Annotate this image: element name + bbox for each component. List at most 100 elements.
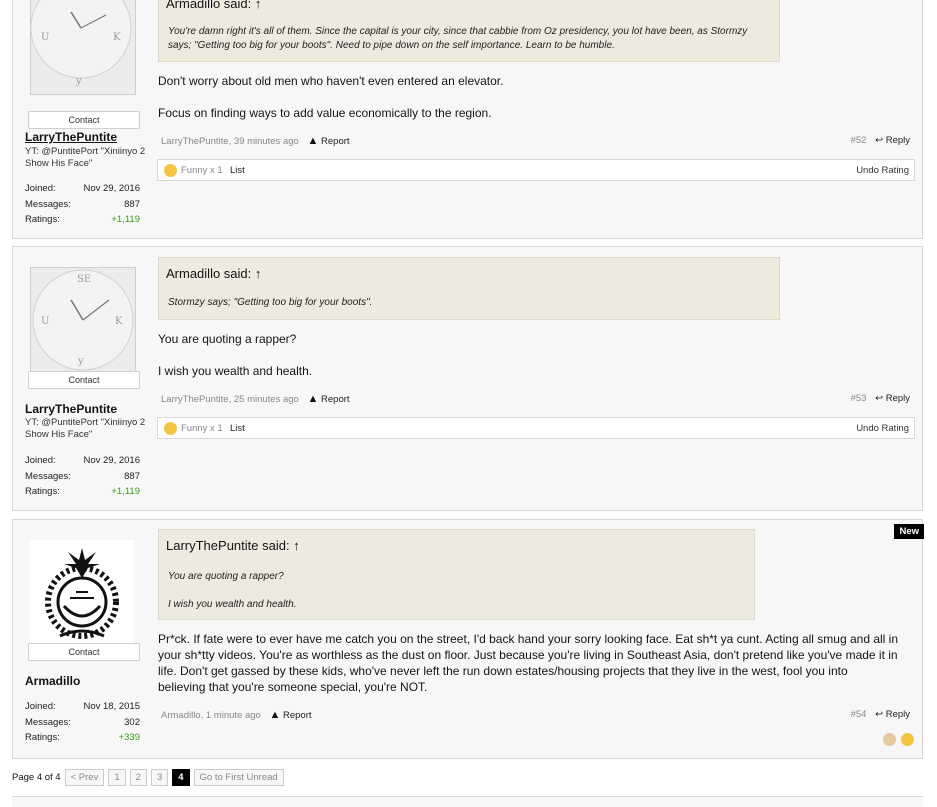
svg-text:K: K xyxy=(115,316,123,327)
user-stats: Joined: Nov 29, 2016 Messages: 887 Ratings… xyxy=(25,455,140,502)
post-meta: Armadillo, 1 minute ago ▲ Report xyxy=(161,709,312,721)
stat-label: Joined: xyxy=(25,183,56,194)
user-stats: Joined: Nov 29, 2016 Messages: 887 Ratings… xyxy=(25,183,140,230)
new-badge: New xyxy=(894,524,924,539)
ratings-bar: Funny x 1 List Undo Rating xyxy=(157,159,915,181)
page-3-button[interactable]: 3 xyxy=(150,769,169,786)
message-line: Focus on finding ways to add value econo… xyxy=(158,106,492,120)
ratings-list-link[interactable]: List xyxy=(230,165,245,176)
funny-emoji-icon[interactable] xyxy=(901,733,914,746)
stat-label: Ratings: xyxy=(25,486,60,497)
stat-label: Messages: xyxy=(25,198,71,210)
report-label: Report xyxy=(282,710,312,721)
stat-label: Joined: xyxy=(25,701,56,712)
svg-text:U: U xyxy=(41,32,49,43)
user-avatar[interactable] xyxy=(30,540,134,644)
reply-label: Reply xyxy=(885,393,910,404)
funny-count[interactable]: Funny x 1 xyxy=(181,423,223,434)
contact-button[interactable]: Contact xyxy=(28,111,140,129)
post-number[interactable]: #52 xyxy=(851,135,867,146)
post-actions: #54 ↩ Reply xyxy=(851,709,910,720)
stat-label: Messages: xyxy=(25,470,71,482)
reply-link[interactable]: ↩ Reply xyxy=(875,135,910,146)
next-section-edge xyxy=(12,796,923,807)
post-54: New Contact Armadillo Joined: Nov 18, 201… xyxy=(12,519,924,759)
stat-value: 887 xyxy=(124,470,140,482)
reply-label: Reply xyxy=(885,135,910,146)
reply-link[interactable]: ↩ Reply xyxy=(875,393,910,404)
thumbs-up-icon[interactable] xyxy=(882,733,896,746)
quote-author[interactable]: LarryThePuntite said: ↑ xyxy=(166,538,300,553)
emblem-avatar-icon xyxy=(30,540,134,644)
report-link[interactable]: ▲ Report xyxy=(307,393,350,405)
funny-emoji-icon xyxy=(164,422,177,435)
stat-value[interactable]: +1,119 xyxy=(111,486,140,502)
rating-options xyxy=(881,733,914,749)
author-time[interactable]: LarryThePuntite, 25 minutes ago xyxy=(161,394,299,405)
prev-page-button[interactable]: < Prev xyxy=(64,769,105,786)
post-number[interactable]: #53 xyxy=(851,393,867,404)
ratings-list-link[interactable]: List xyxy=(230,423,245,434)
username[interactable]: Armadillo xyxy=(25,674,80,688)
report-link[interactable]: ▲ Report xyxy=(307,135,350,147)
report-label: Report xyxy=(321,394,350,405)
stat-label: Ratings: xyxy=(25,732,60,743)
message-body: Pr*ck. If fate were to ever have me catc… xyxy=(158,632,899,694)
svg-text:U: U xyxy=(41,316,49,327)
reply-link[interactable]: ↩ Reply xyxy=(875,709,910,720)
post-actions: #53 ↩ Reply xyxy=(851,393,910,404)
user-title: YT: @PuntitePort "Xiniinyo 2 Show His Fa… xyxy=(25,146,146,169)
user-stats: Joined: Nov 18, 2015 Messages: 302 Ratings… xyxy=(25,701,140,748)
page-2-button[interactable]: 2 xyxy=(129,769,147,786)
warning-icon: ▲ xyxy=(269,709,281,721)
quote-text: You're damn right it's all of them. Sinc… xyxy=(168,26,748,51)
user-avatar[interactable]: U K y xyxy=(30,0,136,95)
reply-label: Reply xyxy=(885,709,910,720)
message-line: Don't worry about old men who haven't ev… xyxy=(158,74,504,88)
author-time[interactable]: LarryThePuntite, 39 minutes ago xyxy=(161,136,299,147)
contact-button[interactable]: Contact xyxy=(28,643,140,661)
warning-icon: ▲ xyxy=(307,135,319,147)
reply-arrow-icon: ↩ xyxy=(875,709,884,720)
quote-text: I wish you wealth and health. xyxy=(168,599,297,610)
report-label: Report xyxy=(321,136,350,147)
post-number[interactable]: #54 xyxy=(851,709,867,720)
page-4-button[interactable]: 4 xyxy=(172,769,190,786)
post-actions: #52 ↩ Reply xyxy=(851,135,910,146)
undo-rating-link[interactable]: Undo Rating xyxy=(856,423,909,434)
svg-text:y: y xyxy=(75,76,82,87)
stat-value: Nov 29, 2016 xyxy=(83,183,140,194)
quote-block: LarryThePuntite said: ↑ You are quoting … xyxy=(158,529,755,620)
page-label: Page 4 of 4 xyxy=(12,772,61,783)
author-time[interactable]: Armadillo, 1 minute ago xyxy=(161,710,261,721)
page-1-button[interactable]: 1 xyxy=(108,769,126,786)
post-meta: LarryThePuntite, 25 minutes ago ▲ Report xyxy=(161,393,350,405)
page-navigation: Page 4 of 4 < Prev 1 2 3 4 Go to First U… xyxy=(12,769,284,786)
stat-value[interactable]: +1,119 xyxy=(111,214,140,230)
reply-arrow-icon: ↩ xyxy=(875,393,884,404)
username[interactable]: LarryThePuntite xyxy=(25,130,117,144)
report-link[interactable]: ▲ Report xyxy=(269,709,312,721)
quote-text: You are quoting a rapper? xyxy=(168,571,284,582)
message-line: You are quoting a rapper? xyxy=(158,332,297,346)
funny-count[interactable]: Funny x 1 xyxy=(181,165,223,176)
contact-button[interactable]: Contact xyxy=(28,371,140,389)
stat-value[interactable]: +339 xyxy=(119,732,140,748)
svg-text:y: y xyxy=(77,356,84,367)
stat-value: Nov 18, 2015 xyxy=(83,701,140,712)
quote-block: Armadillo said: ↑ You're damn right it's… xyxy=(158,0,780,62)
ratings-bar: Funny x 1 List Undo Rating xyxy=(157,417,915,439)
undo-rating-link[interactable]: Undo Rating xyxy=(856,165,909,176)
post-53: SE U K y Contact LarryThePuntite YT: @Pu… xyxy=(12,246,923,511)
quote-author[interactable]: Armadillo said: ↑ xyxy=(166,0,261,11)
post-52: U K y Contact LarryThePuntite YT: @Punti… xyxy=(12,0,923,239)
stat-value: Nov 29, 2016 xyxy=(83,455,140,466)
quote-author[interactable]: Armadillo said: ↑ xyxy=(166,266,261,281)
stat-value: 887 xyxy=(124,198,140,210)
first-unread-button[interactable]: Go to First Unread xyxy=(193,769,284,786)
funny-emoji-icon xyxy=(164,164,177,177)
quote-text: Stormzy says; "Getting too big for your … xyxy=(168,297,373,308)
username[interactable]: LarryThePuntite xyxy=(25,402,117,416)
user-avatar[interactable]: SE U K y xyxy=(30,267,136,373)
post-meta: LarryThePuntite, 39 minutes ago ▲ Report xyxy=(161,135,350,147)
